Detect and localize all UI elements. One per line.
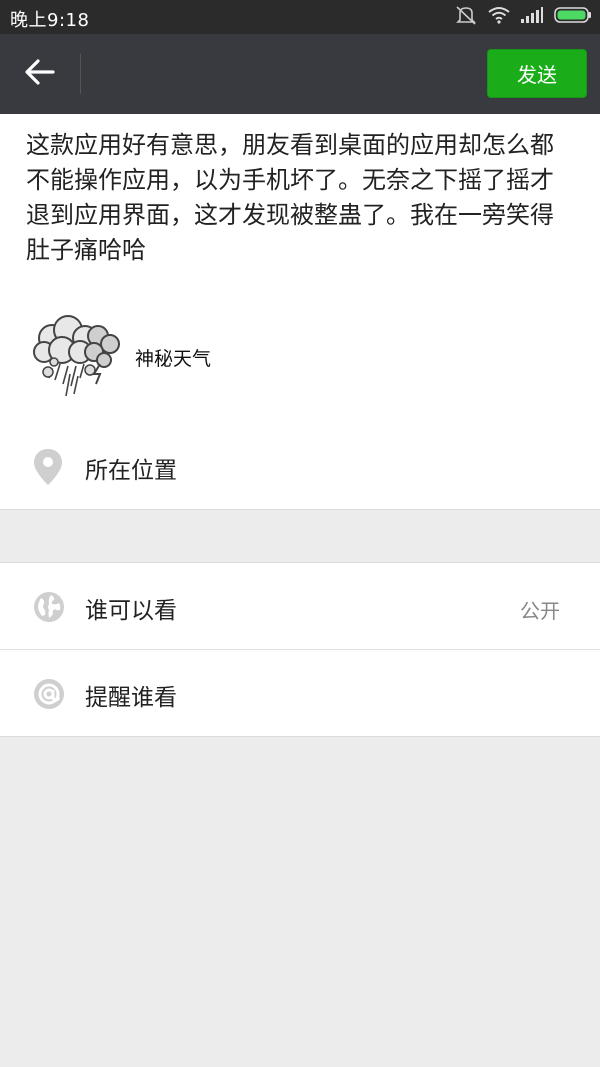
status-icons xyxy=(454,6,592,28)
compose-panel: 这款应用好有意思，朋友看到桌面的应用却怎么都不能操作应用，以为手机坏了。无奈之下… xyxy=(0,114,600,509)
send-button[interactable]: 发送 xyxy=(487,49,587,98)
location-pin-icon xyxy=(33,448,63,490)
section-separator xyxy=(0,509,600,563)
signal-icon xyxy=(520,6,544,28)
wifi-icon xyxy=(488,6,510,28)
status-time: 晚上9:18 xyxy=(10,10,90,31)
location-label: 所在位置 xyxy=(85,458,177,484)
post-text-input[interactable]: 这款应用好有意思，朋友看到桌面的应用却怎么都不能操作应用，以为手机坏了。无奈之下… xyxy=(26,128,571,268)
battery-icon xyxy=(554,6,592,28)
visibility-row[interactable]: 谁可以看 公开 xyxy=(0,563,600,650)
mention-row[interactable]: 提醒谁看 xyxy=(0,650,600,736)
shared-app-card[interactable]: 神秘天气 xyxy=(30,312,211,402)
back-arrow-icon xyxy=(25,59,55,89)
mention-label: 提醒谁看 xyxy=(85,685,177,711)
visibility-value: 公开 xyxy=(520,599,560,623)
post-settings-list: 谁可以看 公开 提醒谁看 xyxy=(0,562,600,737)
back-button[interactable] xyxy=(18,52,62,96)
at-icon xyxy=(33,678,65,714)
storm-cloud-icon xyxy=(30,312,125,402)
status-bar: 晚上9:18 xyxy=(0,0,600,34)
nav-divider xyxy=(80,54,81,94)
shared-app-title: 神秘天气 xyxy=(135,347,212,370)
location-row[interactable]: 所在位置 xyxy=(0,424,600,509)
top-navigation-bar: 发送 xyxy=(0,34,600,114)
visibility-label: 谁可以看 xyxy=(85,598,177,624)
globe-icon xyxy=(33,591,65,627)
mute-icon xyxy=(454,4,478,30)
